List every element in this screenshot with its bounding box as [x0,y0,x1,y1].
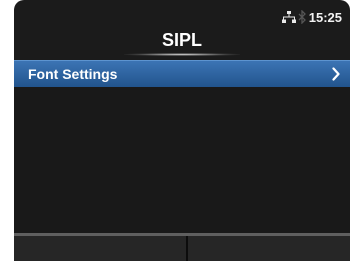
softkey-left[interactable] [14,236,188,261]
menu-item-font-settings[interactable]: Font Settings [14,60,350,87]
softkey-right[interactable] [188,236,350,261]
bluetooth-icon [298,10,306,24]
menu-item-label: Font Settings [28,66,118,82]
softkey-bar [14,233,350,261]
network-icon [282,11,296,23]
lcd-screen: 15:25 SIPL Font Settings [14,0,350,261]
status-bar: 15:25 [14,0,350,30]
menu-list-area [14,87,350,233]
page-title: SIPL [161,30,202,50]
clock: 15:25 [308,10,342,25]
chevron-right-icon [332,67,340,81]
title-underline [124,53,240,56]
printer-display: 15:25 SIPL Font Settings [0,0,360,261]
